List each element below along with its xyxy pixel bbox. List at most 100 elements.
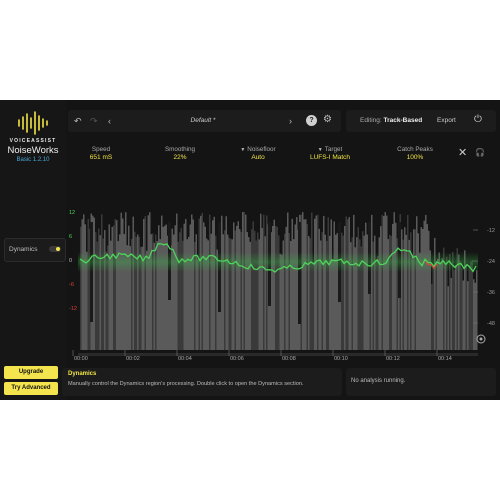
- waveform-bar: [306, 223, 308, 350]
- waveform-bar: [189, 224, 191, 350]
- upgrade-button[interactable]: Upgrade: [4, 366, 58, 379]
- redo-icon[interactable]: ↷: [90, 115, 98, 127]
- waveform-bar: [155, 234, 157, 350]
- waveform-bar: [185, 218, 187, 350]
- param-label: Speed: [91, 146, 111, 153]
- chevron-right-icon[interactable]: ›: [289, 115, 292, 127]
- info-panel: Dynamics Manually control the Dynamics r…: [62, 368, 342, 396]
- waveform-bar: [162, 226, 164, 350]
- waveform-bar: [183, 223, 185, 350]
- time-tick: 00:02: [126, 356, 140, 360]
- waveform-bar: [404, 227, 406, 350]
- waveform-bar: [311, 212, 313, 350]
- toggle-knob: [56, 247, 60, 251]
- left-axis-tick: -6: [69, 282, 74, 288]
- waveform-bar: [222, 234, 224, 350]
- gear-icon[interactable]: ⚙: [323, 114, 332, 126]
- chevron-left-icon[interactable]: ‹: [108, 115, 111, 127]
- undo-icon[interactable]: ↶: [74, 115, 82, 127]
- brand-tagline: VOICEASSIST: [9, 138, 57, 144]
- waveform-bar: [287, 212, 289, 350]
- waveform-bar: [392, 223, 394, 350]
- waveform-bar: [375, 259, 377, 350]
- waveform-bar: [128, 225, 130, 350]
- help-icon[interactable]: ?: [306, 115, 317, 126]
- left-axis-tick: 12: [69, 210, 75, 216]
- waveform-bar: [312, 261, 314, 350]
- waveform-bar: [191, 214, 193, 350]
- close-icon[interactable]: ✕: [458, 146, 467, 159]
- waveform-bar: [407, 214, 409, 350]
- time-tick: 00:04: [178, 356, 192, 360]
- export-button[interactable]: Export: [437, 117, 456, 124]
- waveform-bar: [461, 267, 463, 350]
- waveform-bar: [257, 232, 259, 350]
- param-label: Smoothing: [164, 146, 196, 153]
- waveform-bar: [383, 216, 385, 350]
- preset-name[interactable]: Default *: [168, 117, 238, 124]
- waveform-bar: [252, 221, 254, 350]
- headphones-icon[interactable]: 🎧: [475, 148, 485, 157]
- sidebar: VOICEASSIST NoiseWorks Basic 1.2.10 Dyna…: [0, 100, 66, 400]
- dynamics-region-control[interactable]: Dynamics: [4, 238, 66, 262]
- waveform-bar: [384, 212, 386, 350]
- waveform-bar: [144, 216, 146, 350]
- param-noisefloor[interactable]: ▼ Noisefloor Auto: [223, 146, 293, 161]
- param-smoothing[interactable]: Smoothing 22%: [145, 146, 215, 161]
- dynamics-toggle[interactable]: [49, 246, 61, 252]
- waveform-bar: [197, 259, 199, 350]
- try-advanced-button[interactable]: Try Advanced: [4, 382, 58, 395]
- waveform-bar: [416, 216, 418, 350]
- right-axis-tick: -48: [487, 321, 495, 327]
- waveform-bar: [332, 260, 334, 350]
- waveform-bar: [243, 212, 245, 350]
- waveform-bar: [327, 217, 329, 350]
- eye-pupil: [479, 337, 483, 341]
- analysis-status-panel: No analysis running.: [346, 368, 496, 396]
- waveform-bar: [143, 218, 145, 350]
- waveform-bar: [291, 218, 293, 350]
- waveform-bar: [276, 226, 278, 350]
- editing-value: Track-Based: [383, 117, 423, 124]
- waveform-bar: [344, 226, 346, 350]
- editing-label: Editing:: [360, 117, 382, 124]
- waveform-bar: [284, 233, 286, 350]
- right-axis-tick: -12: [487, 228, 495, 234]
- waveform-bar: [227, 234, 229, 350]
- time-tick: 00:08: [282, 356, 296, 360]
- waveform-bar: [431, 283, 433, 350]
- edit-toolbar: Editing: Track-Based Export ⏻: [346, 110, 496, 132]
- waveform-bar: [428, 230, 430, 350]
- param-label: Catch Peaks: [397, 146, 433, 153]
- waveform-bar: [84, 224, 86, 350]
- waveform-bar: [453, 270, 455, 350]
- waveform-bar: [195, 234, 197, 350]
- param-catch-peaks[interactable]: Catch Peaks 100%: [380, 146, 450, 161]
- waveform-bar: [386, 215, 388, 350]
- waveform-bar: [437, 258, 439, 350]
- right-axis-tick: -24: [487, 259, 495, 265]
- waveform-bar: [132, 216, 134, 350]
- param-target[interactable]: ▼ Target LUFS-I Match: [295, 146, 365, 161]
- param-speed[interactable]: Speed 651 mS: [66, 146, 136, 161]
- waveform-bar: [318, 228, 320, 350]
- waveform-display[interactable]: 12 6 0 -6 -12 -12 -24 -36 -48 00:00 00:02 00:04 00…: [68, 200, 496, 360]
- waveform-bar: [203, 222, 205, 350]
- power-icon[interactable]: ⏻: [474, 114, 482, 125]
- waveform-bar: [254, 230, 256, 350]
- waveform-bar: [179, 232, 181, 350]
- caret-down-icon: ▼: [240, 147, 246, 153]
- waveform-bar: [330, 219, 332, 350]
- waveform-bar: [111, 226, 113, 350]
- waveform-bar: [233, 222, 235, 350]
- waveform-bar: [413, 229, 415, 350]
- waveform-bar: [180, 227, 182, 350]
- waveform-bar: [288, 233, 290, 350]
- waveform-bar: [450, 277, 452, 350]
- waveform-bar: [221, 215, 223, 350]
- param-value: 651 mS: [89, 154, 113, 161]
- waveform-bar: [200, 215, 202, 350]
- waveform-bar: [440, 262, 442, 350]
- editing-mode[interactable]: Editing: Track-Based: [360, 117, 422, 124]
- waveform-bar: [435, 260, 437, 350]
